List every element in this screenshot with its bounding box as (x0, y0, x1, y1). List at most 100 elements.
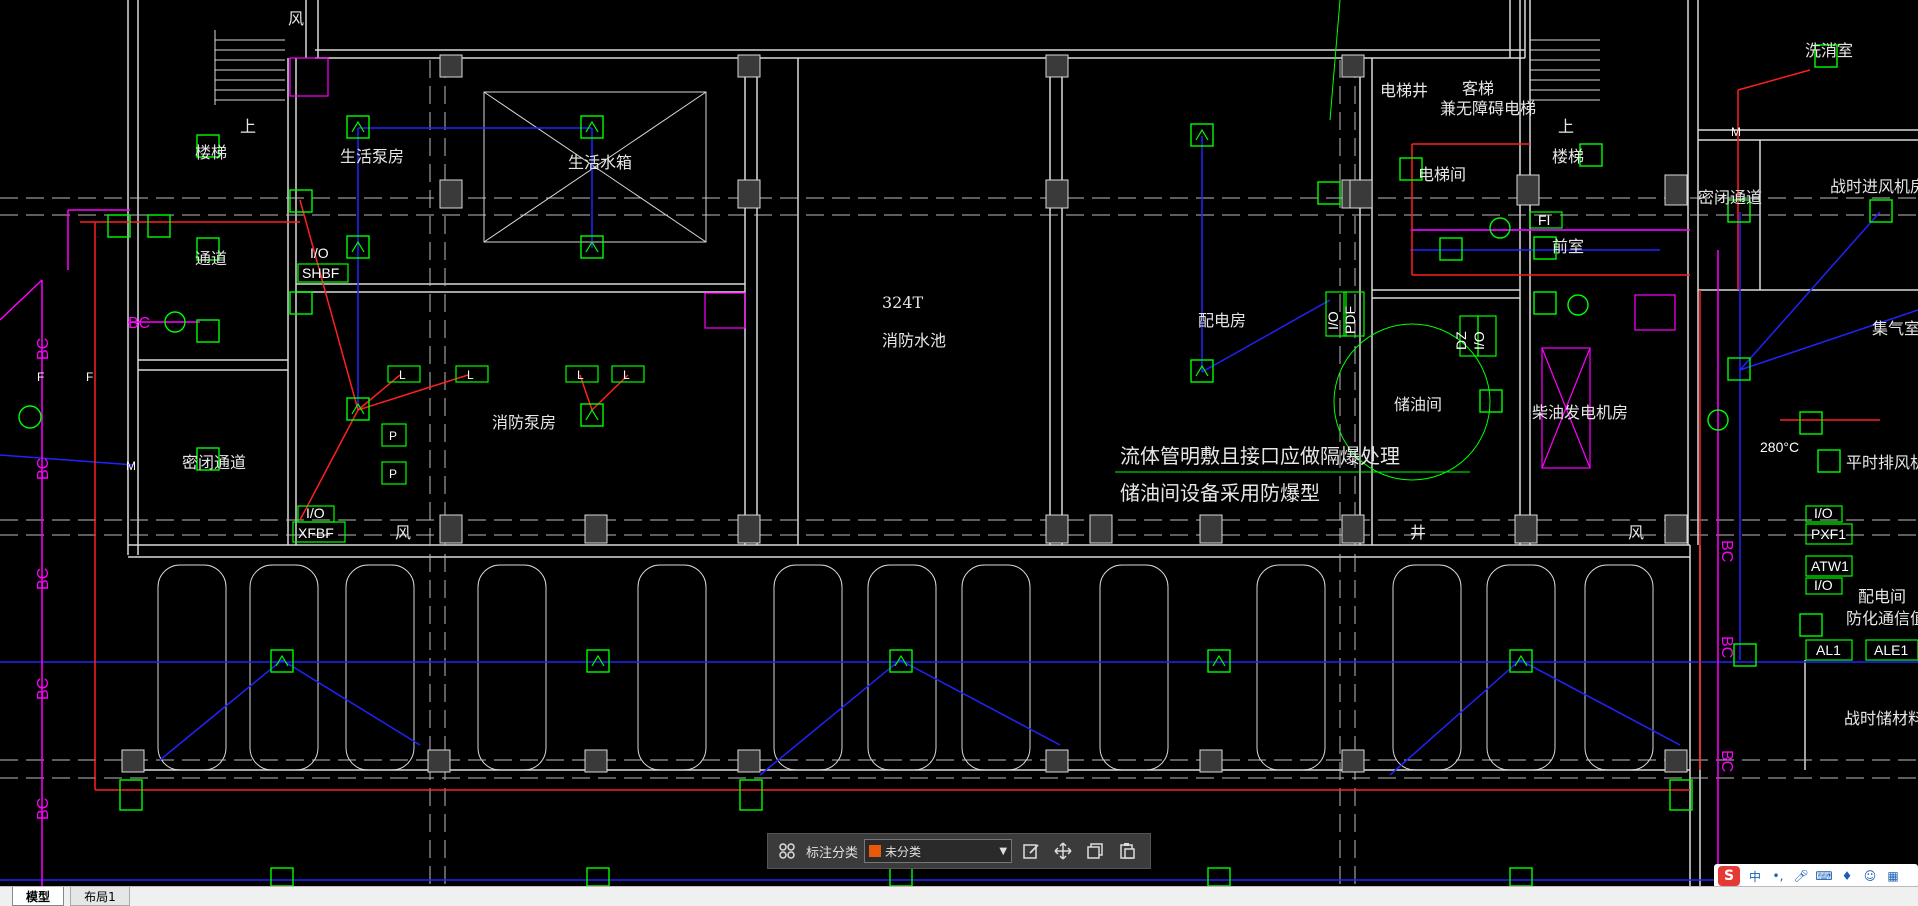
bc-label-7: BC (1718, 540, 1735, 562)
symbol-m-1: M (126, 459, 136, 473)
room-protective-comm: 防化通信值班 (1846, 609, 1918, 628)
room-stair-left: 楼梯 (195, 143, 227, 162)
tag-pxf1: PXF1 (1811, 526, 1846, 542)
walls (127, 0, 1918, 886)
category-label: 标注分类 (806, 845, 859, 861)
room-shaft-bottom: 井 (1410, 523, 1426, 542)
note-line-2: 储油间设备采用防爆型 (1120, 481, 1320, 505)
tag-shbf: SHBF (302, 265, 339, 281)
symbol-p-2: P (389, 467, 397, 481)
room-wind-bottom: 风 (395, 523, 411, 542)
tag-xfbf: XFBF (298, 525, 334, 541)
category-select[interactable]: 未分类 ▼ (864, 839, 1013, 863)
move-icon[interactable] (1050, 838, 1076, 864)
room-up-left: 上 (240, 117, 256, 136)
tag-io-xfbf: I/O (306, 505, 325, 521)
tag-io-dz: I/O (1471, 331, 1487, 350)
microphone-icon[interactable]: 🎤︎ (1793, 868, 1809, 884)
keyboard-icon[interactable]: ⌨︎ (1815, 868, 1832, 884)
room-decon: 洗消室 (1805, 41, 1853, 60)
room-exhaust-fan: 平时排风机房 (1846, 453, 1918, 472)
annotation-toolbar: 标注分类 未分类 ▼ (767, 833, 1151, 869)
room-wind-left: 风 (288, 9, 304, 28)
symbol-l-2: L (467, 368, 474, 382)
symbol-f-2: F (86, 370, 93, 384)
room-corridor-left: 通道 (195, 249, 227, 268)
room-guest-elevator: 客梯 (1462, 79, 1494, 98)
symbol-l-4: L (623, 368, 630, 382)
tab-model[interactable]: 模型 (12, 887, 64, 906)
cad-drawing-canvas[interactable]: 生活泵房 生活水箱 324T 消防水池 消防泵房 配电房 储油间 柴油发电机房 … (0, 0, 1918, 886)
room-fire-pool: 消防水池 (882, 331, 946, 350)
generator-box (289, 57, 1676, 469)
bc-label-5: BC (35, 798, 52, 820)
tag-pdf: PDF (1342, 306, 1358, 334)
tag-io-pdf: I/O (1325, 311, 1341, 330)
tag-al1: AL1 (1816, 642, 1841, 658)
symbol-p-1: P (389, 429, 397, 443)
room-up-right: 上 (1558, 117, 1574, 136)
equipment-tags: SHBF I/O XFBF I/O PDF I/O DZ I/O PXF1 I/… (298, 212, 1908, 658)
room-inlet-fan: 战时进风机房 (1830, 177, 1918, 196)
tag-io-shbf: I/O (310, 245, 329, 261)
tab-layout1[interactable]: 布局1 (70, 887, 130, 906)
bc-label-3: BC (35, 568, 52, 590)
parking-cars (157, 564, 1654, 771)
room-life-pump: 生活泵房 (340, 147, 404, 166)
red-circuit-lines (80, 69, 1880, 791)
room-closed-passage-right: 密闭通道 (1698, 188, 1762, 207)
tag-io-atw1: I/O (1814, 577, 1833, 593)
symbol-f-1: F (37, 370, 44, 384)
room-life-tank: 生活水箱 (568, 153, 632, 172)
room-pre-room: 前室 (1552, 237, 1584, 256)
room-wartime-material: 战时储材料 (1844, 709, 1918, 728)
bc-label-4: BC (35, 678, 52, 700)
bc-label-6: BC (128, 315, 150, 332)
category-value: 未分类 (885, 844, 922, 859)
symbol-m-2: M (1731, 125, 1741, 139)
tag-atw1: ATW1 (1811, 558, 1849, 574)
toolbox-icon[interactable]: ▦ (1885, 868, 1901, 884)
room-fire-pump: 消防泵房 (492, 413, 556, 432)
symbol-l-1: L (399, 368, 406, 382)
room-stair-right: 楼梯 (1552, 147, 1584, 166)
tag-ale1: ALE1 (1874, 642, 1908, 658)
category-color-swatch (869, 845, 882, 857)
bc-label-9: BC (1718, 750, 1735, 772)
chevron-down-icon: ▼ (999, 845, 1008, 857)
punctuation-icon[interactable]: •, (1770, 868, 1786, 884)
room-wind-bottom-right: 风 (1628, 523, 1644, 542)
user-icon[interactable]: ☺ (1862, 868, 1878, 884)
ime-mode[interactable]: 中 (1747, 868, 1763, 884)
room-diesel-generator: 柴油发电机房 (1532, 403, 1628, 422)
room-closed-passage-left: 密闭通道 (182, 453, 246, 472)
room-accessible-elevator: 兼无障碍电梯 (1440, 99, 1536, 118)
room-elevator-shaft: 电梯井 (1380, 81, 1428, 100)
paste-icon[interactable] (1114, 838, 1140, 864)
symbol-l-3: L (577, 368, 584, 382)
ime-tray: S 中 •, 🎤︎ ⌨︎ ♦ ☺ ▦ (1714, 864, 1918, 888)
bc-label-8: BC (1718, 636, 1735, 658)
tag-temp-280: 280°C (1760, 439, 1799, 455)
copy-icon[interactable] (1082, 838, 1108, 864)
room-fire-pool-capacity: 324T (882, 293, 924, 312)
edit-icon[interactable] (1018, 838, 1044, 864)
grid-menu-icon[interactable] (774, 838, 800, 864)
tag-fi: FI (1538, 212, 1550, 228)
bc-line (0, 209, 1719, 886)
room-distribution-right: 配电间 (1858, 587, 1906, 606)
note-line-1: 流体管明敷且接口应做隔爆处理 (1120, 444, 1400, 468)
tag-dz: DZ (1453, 331, 1469, 350)
bc-label-1: BC (35, 338, 52, 360)
room-distribution: 配电房 (1198, 311, 1246, 330)
bc-label-2: BC (35, 458, 52, 480)
note-leader-up (1329, 0, 1341, 121)
skin-icon[interactable]: ♦ (1839, 868, 1855, 884)
room-elevator: 电梯间 (1418, 165, 1466, 184)
room-gas-collection: 集气室 (1872, 319, 1918, 338)
room-oil-storage: 储油间 (1394, 395, 1442, 414)
ime-logo-icon[interactable]: S (1718, 866, 1740, 886)
design-notes: 流体管明敷且接口应做隔爆处理 储油间设备采用防爆型 (1120, 444, 1400, 505)
tag-io-pxf1: I/O (1814, 505, 1833, 521)
layout-tab-bar: 模型 布局1 (0, 886, 1918, 906)
